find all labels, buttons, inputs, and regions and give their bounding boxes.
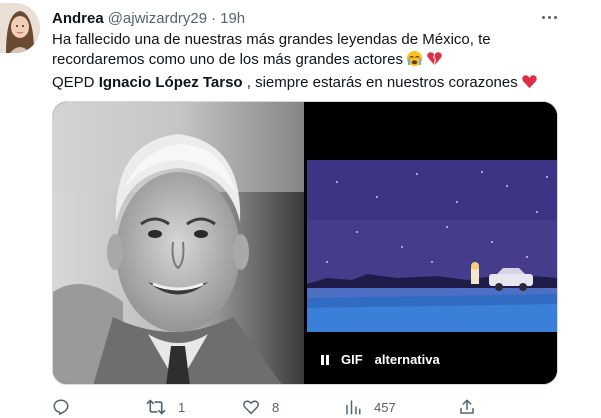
like-count: 8 [272,399,280,415]
tweet[interactable]: Andrea @ajwizardry29 · 19h Ha fallecido … [0,0,601,418]
retweet-icon [146,398,166,416]
views-chart-icon [344,398,362,416]
gif-label: GIF [341,352,363,367]
red-heart-emoji [521,73,538,96]
tweet-text-line-3: QEPD Ignacio López Tarso , siempre estar… [52,73,582,96]
tweet-text-line-2: recordaremos como uno de los más grandes… [52,50,582,73]
author-name[interactable]: Andrea [52,10,104,27]
tweet-text-line-2-body: recordaremos como uno de los más grandes… [52,51,404,68]
retweet-count: 1 [178,399,186,415]
tweet-actions: 1 8 457 [52,396,482,418]
heart-icon [242,398,260,416]
pause-icon[interactable] [321,354,331,365]
views-button[interactable]: 457 [344,396,396,418]
reply-icon [52,398,70,416]
retweet-button[interactable]: 1 [146,396,185,418]
tweet-text: Ha fallecido una de nuestras más grandes… [52,30,582,96]
share-icon [458,398,476,416]
tweet-text-name: Ignacio López Tarso [98,74,243,91]
alt-text-label[interactable]: alternativa [375,352,440,367]
reply-button[interactable] [52,396,82,418]
author-handle[interactable]: @ajwizardry29 [108,10,207,27]
avatar[interactable] [0,3,40,53]
tweet-header: Andrea @ajwizardry29 · 19h [52,8,245,28]
crying-face-emoji [406,50,423,73]
separator-dot: · [211,9,217,27]
media-container: GIF alternativa [52,101,558,385]
tweet-text-prefix: QEPD [52,74,99,91]
gif-badge[interactable]: GIF alternativa [321,352,440,367]
animated-gif[interactable]: GIF alternativa [307,102,557,384]
tweet-text-line-1: Ha fallecido una de nuestras más grandes… [52,31,491,48]
share-button[interactable] [458,396,476,418]
more-options-icon[interactable] [537,9,561,25]
tweet-text-suffix: , siempre estarás en nuestros corazones [242,74,518,91]
timestamp[interactable]: 19h [220,10,245,27]
photo-ignacio-lopez-tarso[interactable] [53,102,304,384]
broken-heart-emoji [426,50,443,73]
like-button[interactable]: 8 [242,396,279,418]
views-count: 457 [374,399,396,415]
